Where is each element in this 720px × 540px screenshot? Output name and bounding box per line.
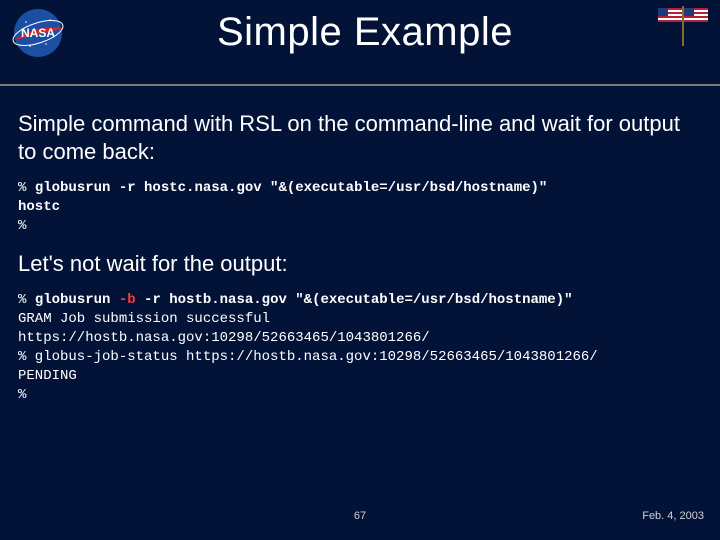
code-line: PENDING — [18, 368, 77, 384]
code-line: % — [18, 387, 26, 403]
code-line: GRAM Job submission successful — [18, 311, 270, 327]
page-number: 67 — [354, 510, 366, 522]
code-line: % globus-job-status https://hostb.nasa.g… — [18, 349, 598, 365]
paragraph-1: Simple command with RSL on the command-l… — [18, 110, 702, 165]
slide-body: Simple command with RSL on the command-l… — [0, 86, 720, 405]
code-block-2: % globusrun -b -r hostb.nasa.gov "&(exec… — [18, 291, 702, 404]
slide: NASA — [0, 0, 720, 540]
code-line: % — [18, 218, 26, 234]
code-line: % globusrun -r hostc.nasa.gov "&(executa… — [18, 180, 547, 196]
footer-date: Feb. 4, 2003 — [642, 510, 704, 522]
nasa-logo-icon: NASA — [6, 6, 70, 60]
divider — [0, 84, 720, 86]
paragraph-2: Let's not wait for the output: — [18, 250, 702, 278]
code-line: https://hostb.nasa.gov:10298/52663465/10… — [18, 330, 430, 346]
code-line: hostc — [18, 199, 60, 215]
slide-footer: 67 Feb. 4, 2003 — [0, 510, 720, 530]
code-block-1: % globusrun -r hostc.nasa.gov "&(executa… — [18, 179, 702, 236]
slide-title: Simple Example — [90, 10, 640, 55]
svg-text:NASA: NASA — [21, 26, 55, 40]
us-flag-icon — [658, 6, 710, 46]
code-line: % globusrun -b -r hostb.nasa.gov "&(exec… — [18, 292, 573, 308]
slide-header: NASA — [0, 0, 720, 86]
